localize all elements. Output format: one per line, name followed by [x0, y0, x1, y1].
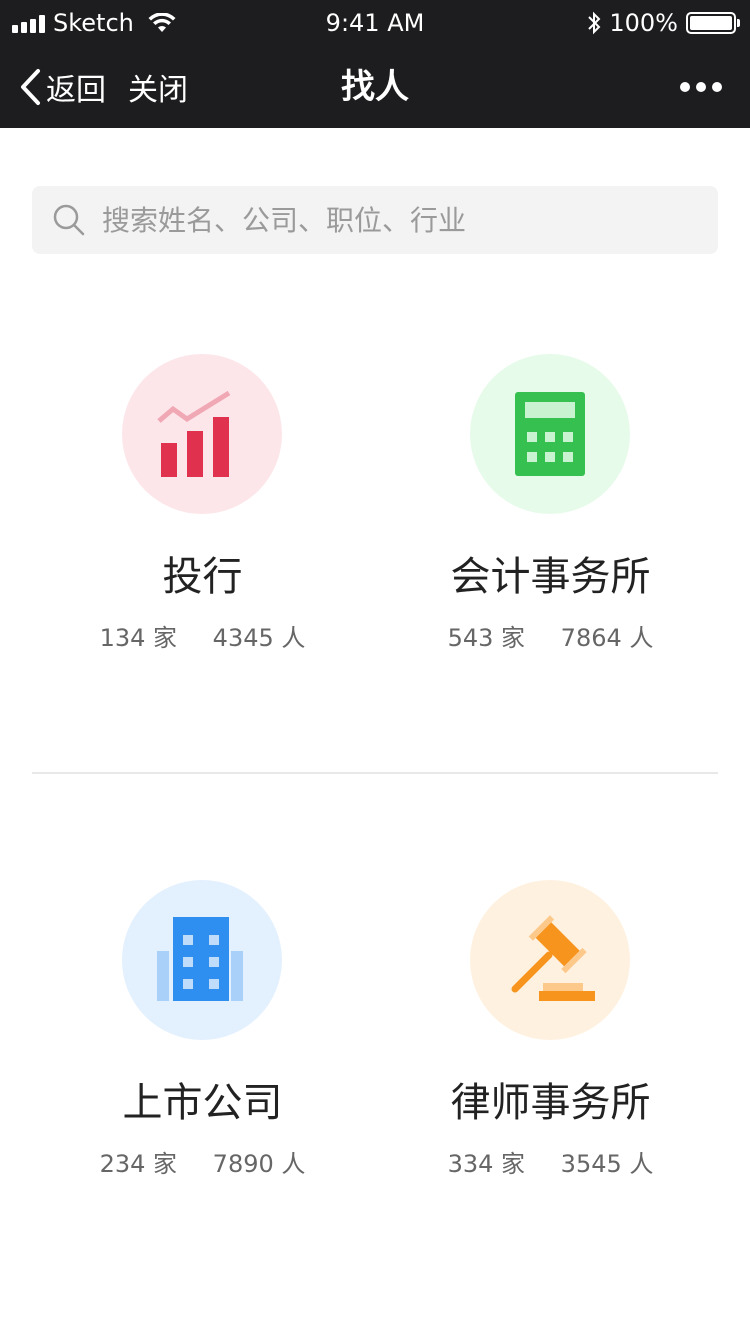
category-title: 投行 [162, 554, 243, 600]
status-right: 100% [587, 9, 740, 37]
chart-icon-circle [122, 354, 282, 514]
calculator-icon [515, 392, 585, 476]
calculator-icon-circle [470, 354, 630, 514]
more-button[interactable] [680, 46, 722, 128]
category-title: 会计事务所 [450, 554, 651, 600]
more-dot-icon [696, 82, 706, 92]
more-dot-icon [712, 82, 722, 92]
category-card-law-firm[interactable]: 律师事务所 334 家 3545 人 [363, 880, 738, 1240]
people-count: 7890 人 [212, 1150, 306, 1178]
category-stats: 543 家 7864 人 [363, 618, 738, 653]
page-title: 找人 [341, 67, 409, 107]
building-icon [157, 917, 243, 1001]
search-input[interactable] [102, 203, 662, 237]
more-dot-icon [680, 82, 690, 92]
status-bar: Sketch 9:41 AM 100% [0, 0, 750, 46]
people-count: 3545 人 [560, 1150, 654, 1178]
gavel-icon-circle [470, 880, 630, 1040]
battery-percent: 100% [609, 9, 678, 37]
search-bar[interactable] [32, 186, 718, 254]
category-card-listed-company[interactable]: 上市公司 234 家 7890 人 [15, 880, 390, 1240]
divider [32, 772, 718, 774]
category-stats: 234 家 7890 人 [15, 1144, 390, 1179]
search-icon [52, 203, 86, 237]
people-count: 4345 人 [212, 624, 306, 652]
company-count: 234 家 [99, 1150, 178, 1178]
people-count: 7864 人 [560, 624, 654, 652]
building-icon-circle [122, 880, 282, 1040]
category-stats: 334 家 3545 人 [363, 1144, 738, 1179]
category-card-investment-bank[interactable]: 投行 134 家 4345 人 [15, 354, 390, 714]
category-card-accounting-firm[interactable]: 会计事务所 543 家 7864 人 [363, 354, 738, 714]
gavel-icon [511, 915, 595, 1001]
category-stats: 134 家 4345 人 [15, 618, 390, 653]
company-count: 334 家 [447, 1150, 526, 1178]
nav-bar: 返回 关闭 找人 [0, 46, 750, 128]
bluetooth-icon [588, 11, 601, 35]
chart-icon [157, 390, 231, 477]
category-title: 律师事务所 [450, 1080, 651, 1126]
company-count: 543 家 [447, 624, 526, 652]
company-count: 134 家 [99, 624, 178, 652]
category-title: 上市公司 [122, 1080, 283, 1126]
battery-icon [686, 12, 740, 34]
